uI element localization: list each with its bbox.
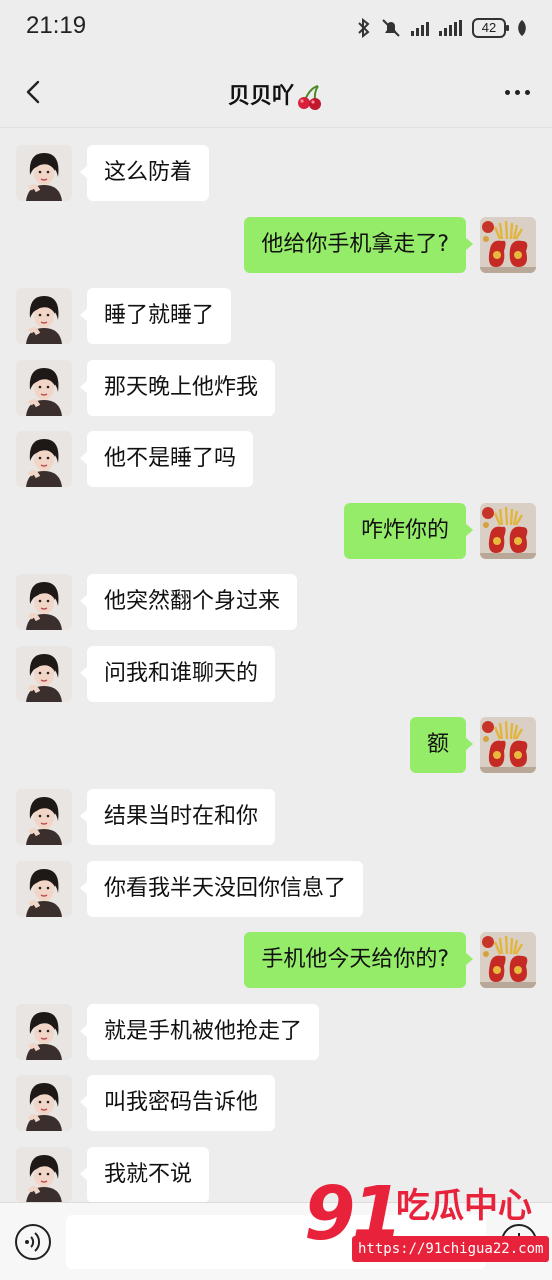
contact-avatar[interactable] (16, 360, 72, 416)
my-avatar[interactable] (480, 503, 536, 559)
incoming-message: 睡了就睡了 (0, 288, 552, 346)
message-bubble[interactable]: 你看我半天没回你信息了 (79, 861, 364, 917)
outgoing-message: 手机他今天给你的? (0, 932, 552, 990)
watermark-url: https://91chigua22.com (352, 1236, 550, 1262)
voice-icon[interactable] (14, 1223, 52, 1261)
bluetooth-icon (358, 18, 370, 38)
contact-avatar[interactable] (16, 288, 72, 344)
my-avatar[interactable] (480, 932, 536, 988)
incoming-message: 那天晚上他炸我 (0, 360, 552, 418)
message-bubble[interactable]: 叫我密码告诉他 (79, 1075, 276, 1131)
message-bubble[interactable]: 他给你手机拿走了? (244, 217, 473, 273)
my-avatar[interactable] (480, 717, 536, 773)
contact-avatar[interactable] (16, 574, 72, 630)
status-bar: 21:19 42 (0, 0, 552, 56)
message-bubble[interactable]: 这么防着 (79, 145, 210, 201)
message-bubble[interactable]: 手机他今天给你的? (244, 932, 473, 988)
status-icons: 42 (357, 16, 528, 40)
incoming-message: 结果当时在和你 (0, 789, 552, 847)
message-bubble[interactable]: 他不是睡了吗 (79, 431, 254, 487)
cherry-icon (298, 85, 321, 110)
message-bubble[interactable]: 咋炸你的 (343, 503, 474, 559)
message-bubble[interactable]: 睡了就睡了 (79, 288, 232, 344)
contact-avatar[interactable] (16, 861, 72, 917)
contact-name: 贝贝吖 (227, 84, 294, 109)
watermark-logo: 91 吃瓜中心 https://91chigua22.com (300, 1174, 552, 1280)
message-bubble[interactable]: 我就不说 (79, 1147, 210, 1202)
incoming-message: 他不是睡了吗 (0, 431, 552, 489)
outgoing-message: 咋炸你的 (0, 503, 552, 561)
chat-title: 贝贝吖 (0, 78, 552, 110)
incoming-message: 就是手机被他抢走了 (0, 1004, 552, 1062)
contact-avatar[interactable] (16, 431, 72, 487)
incoming-message: 问我和谁聊天的 (0, 646, 552, 704)
incoming-message: 你看我半天没回你信息了 (0, 861, 552, 919)
incoming-message: 叫我密码告诉他 (0, 1075, 552, 1133)
status-time: 21:19 (26, 12, 87, 39)
contact-avatar[interactable] (16, 1075, 72, 1131)
message-bubble[interactable]: 结果当时在和你 (79, 789, 276, 845)
signal-icon (439, 20, 462, 36)
watermark-text: 吃瓜中心 (396, 1186, 532, 1226)
contact-avatar[interactable] (16, 1147, 72, 1202)
chat-header: 贝贝吖 (0, 56, 552, 128)
my-avatar[interactable] (480, 217, 536, 273)
message-bubble[interactable]: 他突然翻个身过来 (79, 574, 298, 630)
incoming-message: 他突然翻个身过来 (0, 574, 552, 632)
contact-avatar[interactable] (16, 646, 72, 702)
outgoing-message: 他给你手机拿走了? (0, 217, 552, 275)
signal-icon (411, 20, 429, 36)
leaf-icon (518, 20, 526, 36)
message-bubble[interactable]: 问我和谁聊天的 (79, 646, 276, 702)
message-list[interactable]: 这么防着 他给你手机拿走了? 睡了就睡了那天晚上他炸我 他不是睡了吗咋炸你的 他突然翻个… (0, 129, 552, 1202)
more-icon[interactable] (505, 90, 530, 95)
battery-icon: 42 (472, 18, 509, 38)
outgoing-message: 额 (0, 717, 552, 775)
message-bubble[interactable]: 那天晚上他炸我 (79, 360, 276, 416)
contact-avatar[interactable] (16, 145, 72, 201)
incoming-message: 这么防着 (0, 145, 552, 203)
message-bubble[interactable]: 就是手机被他抢走了 (79, 1004, 320, 1060)
mute-bell-icon (382, 19, 400, 37)
message-bubble[interactable]: 额 (409, 717, 474, 773)
contact-avatar[interactable] (16, 789, 72, 845)
contact-avatar[interactable] (16, 1004, 72, 1060)
